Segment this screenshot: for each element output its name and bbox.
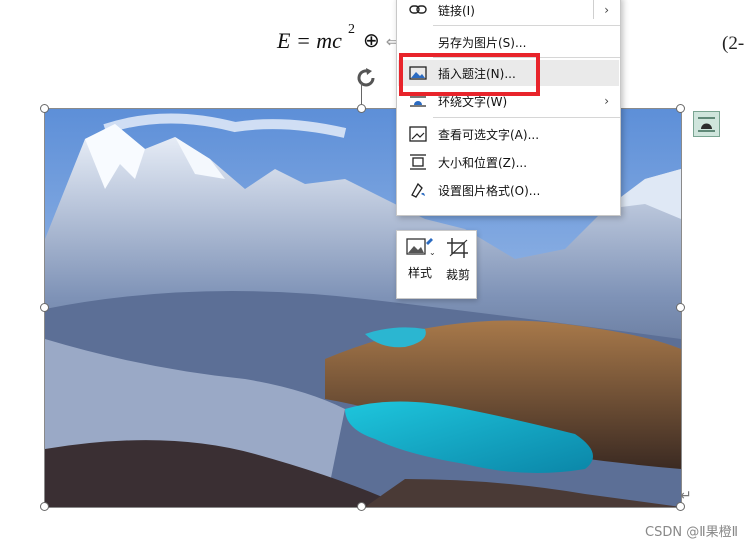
paragraph-mark: ↵ xyxy=(680,488,692,504)
resize-handle-top-middle[interactable] xyxy=(357,104,366,113)
menu-item-link[interactable]: 链接(I) › xyxy=(398,0,619,23)
format-picture-icon xyxy=(406,180,430,200)
resize-handle-top-right[interactable] xyxy=(676,104,685,113)
alt-text-icon xyxy=(406,124,430,144)
equation-exponent: 2 xyxy=(347,22,355,37)
menu-item-save-as-picture-label: 另存为图片(S)... xyxy=(438,35,527,50)
crop-button[interactable]: 裁剪 xyxy=(442,237,474,289)
picture-style-icon: ⌄ xyxy=(405,237,436,260)
resize-handle-bottom-left[interactable] xyxy=(40,502,49,511)
watermark: CSDN @Ⅱ果橙Ⅱ xyxy=(645,525,738,540)
equation-lhs: E = mc xyxy=(277,28,342,53)
menu-item-view-alt-text[interactable]: 查看可选文字(A)... xyxy=(398,121,619,147)
menu-item-size-position-label: 大小和位置(Z)... xyxy=(438,155,528,170)
chevron-right-icon: › xyxy=(604,94,609,108)
menu-item-link-label: 链接(I) xyxy=(438,3,475,18)
equation: E = mc 2 ⊕ ⇐ xyxy=(277,22,399,60)
menu-item-view-alt-text-label: 查看可选文字(A)... xyxy=(438,127,540,142)
crop-icon xyxy=(446,237,470,262)
highlight-box xyxy=(399,53,540,96)
resize-handle-top-left[interactable] xyxy=(40,104,49,113)
context-menu: 链接(I) › 另存为图片(S)... 插入题注(N)... 环绕文字(W) › xyxy=(396,0,621,216)
crop-button-label: 裁剪 xyxy=(445,268,470,282)
menu-separator xyxy=(433,117,620,118)
style-button-label: 样式 xyxy=(407,266,432,280)
menu-item-format-picture-label: 设置图片格式(O)... xyxy=(438,183,541,198)
resize-handle-middle-right[interactable] xyxy=(676,303,685,312)
style-button[interactable]: ⌄ 样式 xyxy=(404,237,436,289)
link-icon xyxy=(406,0,430,20)
resize-handle-bottom-middle[interactable] xyxy=(357,502,366,511)
mini-toolbar: ⌄ 样式 裁剪 xyxy=(396,230,477,299)
menu-item-format-picture[interactable]: 设置图片格式(O)... xyxy=(398,177,619,203)
svg-text:⌄: ⌄ xyxy=(429,248,435,257)
submenu-divider xyxy=(593,0,594,19)
size-position-icon xyxy=(406,152,430,172)
rotate-handle-icon[interactable] xyxy=(354,66,378,90)
menu-item-save-as-picture[interactable]: 另存为图片(S)... xyxy=(398,29,619,55)
equation-number: (2- xyxy=(722,33,745,54)
layout-options-icon[interactable] xyxy=(693,111,720,137)
menu-item-size-position[interactable]: 大小和位置(Z)... xyxy=(398,149,619,175)
blank-icon xyxy=(406,32,430,52)
menu-separator xyxy=(433,25,620,26)
chevron-right-icon: › xyxy=(604,3,609,17)
equation-operator: ⊕ xyxy=(362,30,380,52)
resize-handle-middle-left[interactable] xyxy=(40,303,49,312)
